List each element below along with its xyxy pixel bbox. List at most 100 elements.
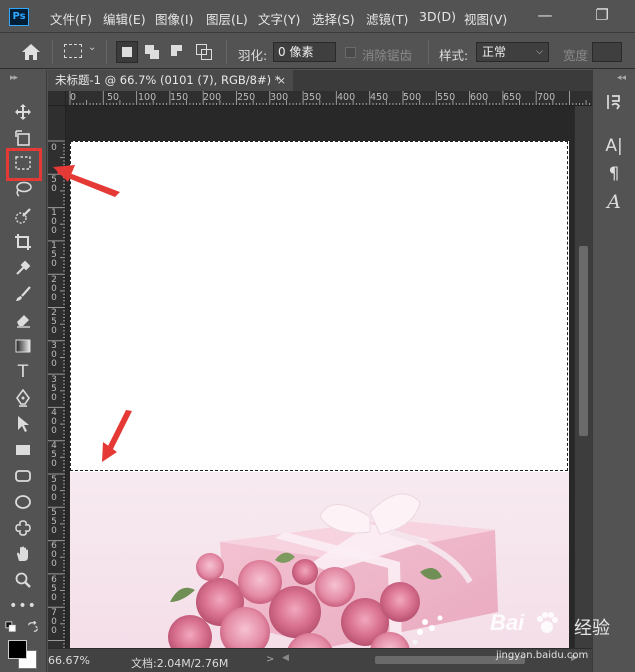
- subtract-from-selection-button[interactable]: [168, 41, 190, 63]
- document-tab-bar: 未标题-1 @ 66.7% (0101 (7), RGB/8#) * ×: [48, 70, 592, 91]
- horizontal-ruler[interactable]: 0 50 100 150 200 250 300 350 400 450 500…: [66, 91, 592, 106]
- menu-file[interactable]: 文件(F): [50, 9, 92, 28]
- ruler-label: 2 0 0: [51, 275, 57, 303]
- rectangle-tool-icon[interactable]: [11, 439, 35, 461]
- path-selection-tool-icon[interactable]: [11, 413, 35, 435]
- ruler-label: 450: [370, 92, 389, 103]
- type-glyph: T: [17, 362, 29, 382]
- selected-tool-highlight: [6, 148, 42, 181]
- ruler-label: 6 0 0: [51, 541, 57, 569]
- ruler-label: 600: [470, 92, 489, 103]
- feather-input[interactable]: 0 像素: [273, 42, 336, 62]
- eyedropper-tool-icon[interactable]: [11, 257, 35, 279]
- document-tab[interactable]: 未标题-1 @ 66.7% (0101 (7), RGB/8#) * ×: [48, 70, 293, 91]
- menu-select[interactable]: 选择(S): [312, 9, 355, 28]
- document-size-info[interactable]: 文档:2.04M/2.76M: [131, 655, 228, 671]
- status-menu-caret[interactable]: >: [266, 654, 274, 665]
- chevron-down-icon[interactable]: ⌄: [88, 42, 96, 53]
- close-icon[interactable]: ×: [277, 70, 286, 91]
- lasso-tool-icon[interactable]: [11, 178, 35, 200]
- ruler-label: 3 0 0: [51, 341, 57, 369]
- panel-expand-icon[interactable]: ◂◂: [617, 73, 626, 83]
- rounded-rectangle-tool-icon[interactable]: [11, 465, 35, 487]
- ruler-label: 100: [138, 92, 157, 103]
- zoom-level-field[interactable]: 66.67%: [48, 652, 94, 669]
- antialias-checkbox[interactable]: [345, 47, 356, 58]
- history-panel-icon[interactable]: [601, 90, 627, 114]
- menu-edit[interactable]: 编辑(E): [103, 9, 146, 28]
- gradient-tool-icon[interactable]: [11, 335, 35, 357]
- panel-collapse-icon[interactable]: ▸▸: [10, 73, 18, 83]
- menu-filter[interactable]: 滤镜(T): [366, 9, 408, 28]
- paragraph-panel-icon[interactable]: ¶: [601, 162, 627, 186]
- ruler-label: 650: [503, 92, 522, 103]
- crop-tool-icon[interactable]: [11, 231, 35, 253]
- scrollbar-thumb[interactable]: [579, 246, 588, 436]
- vertical-scrollbar[interactable]: [574, 106, 592, 648]
- new-selection-icon: [122, 47, 132, 57]
- ruler-label: 300: [270, 92, 289, 103]
- ellipse-tool-icon[interactable]: [11, 491, 35, 513]
- add-to-selection-button[interactable]: [142, 41, 164, 63]
- pen-tool-icon[interactable]: [11, 387, 35, 409]
- restore-icon[interactable]: ❐: [588, 4, 616, 26]
- horizontal-scrollbar[interactable]: ◀ ▶: [280, 653, 580, 667]
- style-value: 正常: [482, 45, 507, 59]
- ruler-label: 200: [203, 92, 222, 103]
- move-tool-icon[interactable]: [11, 101, 35, 123]
- vertical-ruler[interactable]: 0 5 0 1 0 0 1 5 0 2 0 0 2 5 0 3 0 0 3 5 …: [48, 106, 66, 648]
- options-bar: ⌄ 羽化: 0 像素 消除锯齿 样式: 正常 ⌵ 宽度: [0, 34, 635, 69]
- divider: [106, 40, 107, 64]
- foreground-color-swatch[interactable]: [8, 640, 27, 659]
- menu-image[interactable]: 图像(I): [155, 9, 193, 28]
- scroll-left-icon[interactable]: ◀: [282, 653, 289, 663]
- more-tools-icon[interactable]: •••: [9, 595, 37, 617]
- ruler-label: 0: [51, 143, 57, 153]
- style-select[interactable]: 正常 ⌵: [476, 42, 549, 62]
- custom-shape-tool-icon[interactable]: [11, 517, 35, 539]
- document-canvas[interactable]: [70, 141, 569, 648]
- menu-layer[interactable]: 图层(L): [206, 9, 248, 28]
- ruler-label: 500: [403, 92, 422, 103]
- ruler-label: 3 5 0: [51, 375, 57, 403]
- width-input[interactable]: [592, 42, 622, 62]
- chevron-down-icon: ⌵: [536, 47, 543, 57]
- menu-type[interactable]: 文字(Y): [258, 9, 300, 28]
- artboard-tool-icon[interactable]: [11, 127, 35, 149]
- scroll-right-icon[interactable]: ▶: [571, 653, 578, 663]
- canvas-area[interactable]: [66, 106, 574, 648]
- hand-tool-icon[interactable]: [11, 543, 35, 565]
- ruler-label: 550: [437, 92, 456, 103]
- type-tool-icon[interactable]: T: [11, 361, 35, 383]
- swap-colors-icon[interactable]: [26, 620, 40, 634]
- minimize-icon[interactable]: —: [531, 4, 559, 26]
- ellipsis-glyph: •••: [9, 598, 37, 614]
- ruler-label: 350: [303, 92, 322, 103]
- tool-preset-icon[interactable]: [64, 44, 82, 58]
- quick-selection-tool-icon[interactable]: [11, 205, 35, 227]
- ruler-label: 5 0: [51, 175, 57, 194]
- intersect-selection-button[interactable]: [194, 41, 216, 63]
- eraser-tool-icon[interactable]: [11, 309, 35, 331]
- new-selection-button[interactable]: [116, 41, 138, 63]
- character-panel-icon[interactable]: A|: [601, 134, 627, 158]
- glyphs-panel-icon[interactable]: A: [601, 190, 627, 214]
- add-selection-icon-part: [150, 50, 159, 59]
- ruler-label: 50: [107, 92, 120, 103]
- menu-3d[interactable]: 3D(D): [419, 9, 456, 24]
- feather-label: 羽化:: [238, 48, 268, 63]
- divider: [52, 40, 53, 64]
- ruler-label: 250: [237, 92, 256, 103]
- ruler-origin[interactable]: [48, 91, 66, 106]
- photoshop-logo: Ps: [9, 8, 29, 26]
- right-panel-dock: ◂◂ A| ¶ A: [592, 70, 635, 672]
- brush-tool-icon[interactable]: [11, 283, 35, 305]
- ruler-label: 5 5 0: [51, 508, 57, 536]
- zoom-tool-icon[interactable]: [11, 569, 35, 591]
- home-icon[interactable]: [20, 42, 42, 62]
- menu-view[interactable]: 视图(V): [464, 9, 507, 28]
- ruler-label: 7 0 0: [51, 608, 57, 636]
- marquee-selection[interactable]: [70, 141, 568, 471]
- default-colors-icon[interactable]: [4, 620, 18, 634]
- scrollbar-thumb[interactable]: [375, 656, 525, 664]
